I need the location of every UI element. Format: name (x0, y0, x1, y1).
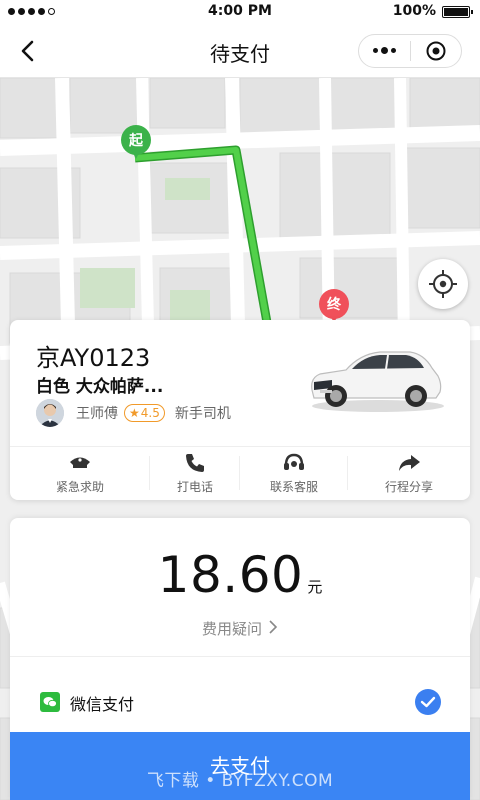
mini-program-capsule (358, 34, 462, 68)
battery-percent: 100% (392, 3, 436, 19)
target-circle-icon (426, 41, 446, 61)
more-button[interactable] (359, 35, 410, 67)
driver-rating: 4.5 (140, 406, 160, 420)
contact-service-label: 联系客服 (269, 479, 318, 494)
contact-service-button[interactable]: 联系客服 (240, 446, 348, 500)
start-marker: 起 (121, 125, 151, 165)
phone-icon (183, 452, 207, 474)
call-driver-button[interactable]: 打电话 (150, 446, 240, 500)
car-model: 白色 大众帕萨... (36, 377, 164, 397)
emergency-help-button[interactable]: 紧急求助 (10, 446, 150, 500)
car-image (306, 342, 446, 414)
share-trip-label: 行程分享 (384, 479, 433, 494)
locate-crosshair-icon (429, 270, 457, 298)
driver-tag: 新手司机 (174, 406, 231, 422)
action-bar: 紧急求助 打电话 联系客服 行程分享 (10, 446, 470, 500)
selected-check-icon[interactable] (415, 689, 441, 715)
wechat-pay-option[interactable]: 微信支付 (10, 682, 470, 722)
headset-icon (282, 452, 306, 474)
emergency-help-label: 紧急求助 (55, 479, 104, 494)
status-bar: 4:00 PM 100% (0, 0, 480, 24)
driver-rating-badge: ★ 4.5 (124, 404, 165, 422)
watermark-text: 飞下载 • BYFZXY.COM (146, 771, 334, 791)
driver-card: 京AY0123 白色 大众帕萨... 王师傅 ★ 4.5 新手司机 紧急求助 打… (10, 320, 470, 500)
share-arrow-icon (397, 452, 421, 474)
police-hat-icon (68, 452, 92, 474)
driver-name: 王师傅 (76, 406, 118, 422)
close-mini-program-button[interactable] (411, 35, 462, 67)
driver-avatar[interactable] (36, 399, 64, 427)
star-icon: ★ (129, 406, 140, 420)
fare-amount-row: 18.60 元 (10, 546, 470, 604)
wechat-pay-icon (40, 692, 60, 712)
share-trip-button[interactable]: 行程分享 (348, 446, 470, 500)
chevron-right-icon (268, 620, 278, 638)
call-label: 打电话 (176, 479, 213, 494)
more-dots-icon (372, 47, 396, 54)
driver-info: 王师傅 ★ 4.5 新手司机 (36, 398, 231, 428)
fare-amount: 18.60 (157, 546, 304, 604)
fee-question-label: 费用疑问 (201, 620, 262, 638)
nav-bar: 待支付 (0, 24, 480, 78)
fare-unit: 元 (307, 578, 323, 596)
payment-card: 18.60 元 费用疑问 微信支付 去支付 (10, 518, 470, 800)
wechat-pay-label: 微信支付 (70, 695, 135, 714)
license-plate: 京AY0123 (36, 344, 151, 372)
fee-question-link[interactable]: 费用疑问 (10, 618, 470, 639)
locate-button[interactable] (418, 259, 468, 309)
battery-icon (442, 6, 473, 18)
